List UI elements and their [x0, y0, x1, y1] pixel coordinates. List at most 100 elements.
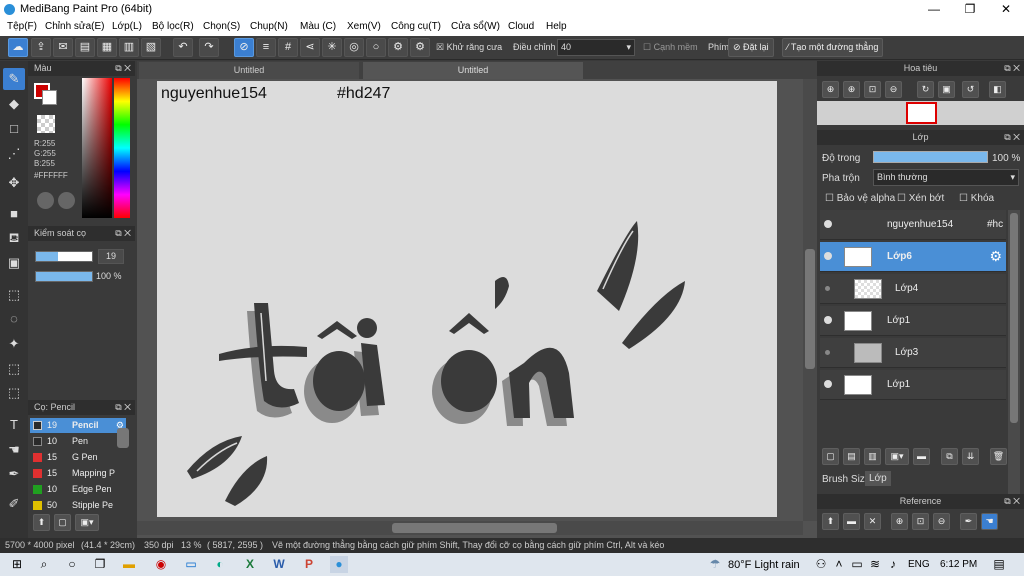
dot-tool-icon[interactable]: ⋰ [3, 143, 25, 165]
nav-fit-icon[interactable]: ⊡ [864, 81, 881, 98]
brush-item[interactable]: 19 Pencil ⚙ [30, 418, 126, 433]
new-layer-icon[interactable]: ▢ [822, 448, 839, 465]
layer-row[interactable]: Lớp6 ⚙ [820, 242, 1006, 272]
brush-add-icon[interactable]: ⬆ [33, 514, 50, 531]
layer-row[interactable]: Lớp4 [820, 274, 1006, 304]
eyedropper-tool-icon[interactable]: ✒ [3, 463, 25, 485]
redo-icon[interactable]: ↷ [199, 38, 219, 57]
brush-item[interactable]: 15 G Pen [30, 450, 126, 465]
menu-select[interactable]: Chọn(S) [203, 21, 240, 32]
palette-icon[interactable] [37, 192, 54, 209]
snap-circle-icon[interactable]: ○ [366, 38, 386, 57]
eye-icon[interactable] [824, 252, 832, 260]
snap-off-icon[interactable]: ⊘ [234, 38, 254, 57]
maximize-button[interactable]: ❐ [952, 0, 988, 19]
cortana-icon[interactable]: ○ [63, 556, 81, 573]
straight-line-button[interactable]: ⁄ Tạo một đường thẳng [782, 38, 884, 57]
snap-gear-icon[interactable]: ⚙ [410, 38, 430, 57]
search-icon[interactable]: ⌕ [35, 556, 53, 573]
tab-untitled-1[interactable]: Untitled [139, 62, 359, 79]
hue-slider[interactable] [114, 78, 130, 218]
menu-view[interactable]: Xem(V) [347, 21, 381, 32]
select-tool-icon[interactable]: ⬚ [3, 284, 25, 306]
menu-filter[interactable]: Bộ lọc(R) [152, 21, 194, 32]
nav-zoom-out-icon[interactable]: ⊖ [885, 81, 902, 98]
fill-rect-tool-icon[interactable]: ■ [3, 203, 25, 225]
windows-start-icon[interactable]: ⊞ [8, 556, 26, 573]
panel-close-icon[interactable]: ⧉ ✕ [1004, 494, 1020, 509]
powerpoint-icon[interactable]: P [300, 556, 318, 573]
excel-icon[interactable]: X [241, 556, 259, 573]
wifi-icon[interactable]: ≋ [866, 556, 884, 573]
brush-item[interactable]: 10 Pen [30, 434, 126, 449]
snap-radial-icon[interactable]: ✳ [322, 38, 342, 57]
text-tool-icon[interactable]: T [3, 414, 25, 436]
menu-color[interactable]: Màu (C) [300, 21, 336, 32]
blend-mode-select[interactable]: Bình thường ▾ [873, 169, 1019, 186]
panel-close-icon[interactable]: ⧉ ✕ [115, 226, 131, 241]
edge-browser-icon[interactable]: ◐ [211, 556, 229, 573]
brush-list-scrollbar[interactable] [117, 428, 129, 448]
ref-hand-icon[interactable]: ☚ [981, 513, 998, 530]
snap-parallel-icon[interactable]: ≡ [256, 38, 276, 57]
new-8bit-layer-icon[interactable]: ▥ [864, 448, 881, 465]
menu-help[interactable]: Help [546, 21, 567, 32]
minimize-button[interactable]: — [916, 0, 952, 19]
brush-tool-icon[interactable]: ✎ [3, 68, 25, 90]
brush-size-slider[interactable] [35, 251, 93, 262]
palette-add-icon[interactable] [58, 192, 75, 209]
word-icon[interactable]: W [270, 556, 288, 573]
comment-icon[interactable]: ✉ [53, 38, 73, 57]
nav-reset-rotate-icon[interactable]: ↺ [962, 81, 979, 98]
monitor-icon[interactable]: ▭ [182, 556, 200, 573]
brush-opacity-slider[interactable] [35, 271, 93, 282]
layer-row[interactable]: Lớp1 [820, 370, 1006, 400]
brush-new-icon[interactable]: ▢ [54, 514, 71, 531]
snap-grid-icon[interactable]: # [278, 38, 298, 57]
menu-layer[interactable]: Lớp(L) [112, 21, 142, 32]
antialias-checkbox[interactable]: ☒ Khử răng cưa [436, 42, 502, 53]
app-icon[interactable]: ◉ [152, 556, 170, 573]
horizontal-scroll-thumb[interactable] [392, 523, 557, 533]
panel-close-icon[interactable]: ⧉ ✕ [115, 400, 131, 415]
menu-edit[interactable]: Chỉnh sửa(E) [45, 21, 105, 32]
reset-button[interactable]: ⊘ Đặt lại [728, 38, 774, 57]
navigator-preview[interactable] [906, 102, 937, 124]
folder-icon[interactable]: ▬ [913, 448, 930, 465]
note-icon[interactable]: ▤ [75, 38, 95, 57]
transparent-color-swatch[interactable] [37, 115, 55, 133]
tab-untitled-2[interactable]: Untitled [363, 62, 583, 79]
ref-zoom-in-icon[interactable]: ⊕ [891, 513, 908, 530]
pen-tool-icon[interactable]: ✐ [3, 493, 25, 515]
add-layer-menu-icon[interactable]: ▣▾ [885, 448, 909, 465]
nav-flip-icon[interactable]: ◧ [989, 81, 1006, 98]
select-eraser-tool-icon[interactable]: ⬚ [3, 382, 25, 404]
ref-zoom-out-icon[interactable]: ⊖ [933, 513, 950, 530]
task-view-icon[interactable]: ❐ [91, 556, 109, 573]
brush-size-value[interactable]: 19 [98, 249, 124, 264]
eye-icon[interactable] [824, 380, 832, 388]
ref-eyedropper-icon[interactable]: ✒ [960, 513, 977, 530]
brush-menu-icon[interactable]: ▣▾ [75, 514, 99, 531]
select-pen-tool-icon[interactable]: ⬚ [3, 358, 25, 380]
ref-close-icon[interactable]: ✕ [864, 513, 881, 530]
brush-item[interactable]: 50 Stipple Pe [30, 498, 126, 510]
background-color-swatch[interactable] [42, 90, 57, 105]
tray-people-icon[interactable]: ⚇ [812, 556, 830, 573]
hand-tool-icon[interactable]: ☚ [3, 439, 25, 461]
file-explorer-icon[interactable]: ▬ [120, 556, 138, 573]
tray-chevron-icon[interactable]: ˄ [830, 556, 848, 573]
weather-text[interactable]: 80°F Light rain [728, 559, 800, 571]
close-button[interactable]: ✕ [988, 0, 1024, 19]
snap-concentric-icon[interactable]: ◎ [344, 38, 364, 57]
nav-zoom-plus-icon[interactable]: ⊕ [843, 81, 860, 98]
eraser-tool-icon[interactable]: ◆ [3, 93, 25, 115]
move-tool-icon[interactable]: ✥ [3, 172, 25, 194]
layer-list-scrollbar[interactable] [1008, 210, 1020, 500]
layer-row[interactable]: Lớp3 [820, 338, 1006, 368]
layer-row[interactable]: nguyenhue154 #hc [820, 210, 1006, 240]
layout-icon[interactable]: ▥ [119, 38, 139, 57]
notification-icon[interactable]: ▤ [990, 556, 1008, 573]
layer-opacity-slider[interactable] [873, 151, 988, 163]
adjust-select[interactable]: 40 ▾ [557, 39, 635, 56]
